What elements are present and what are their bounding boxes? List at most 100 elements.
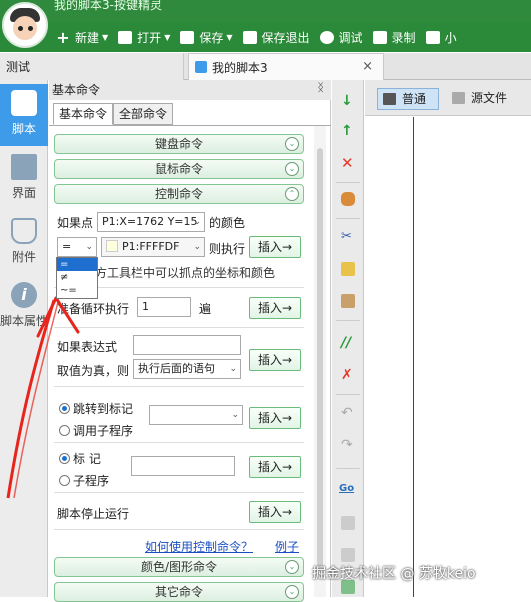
section-other[interactable]: 其它命令 ⌄ [54,582,304,602]
tab-label: 普通 [402,92,427,106]
section-control[interactable]: 控制命令 ⌃ [54,184,304,204]
goto-icon[interactable]: Go [339,482,357,496]
move-down-icon[interactable]: ↓ [341,94,355,108]
tab-source-view[interactable]: 源文件 [447,88,517,110]
panel-title: 基本命令 [49,80,331,100]
insert-loop-button[interactable]: 插入→ [249,297,301,319]
save-exit-icon [242,30,257,44]
insert-if-expr-button[interactable]: 插入→ [249,349,301,371]
color-select[interactable]: P1:FFFFDF ⌄ [101,237,205,257]
tab-my-script-3[interactable]: 我的脚本3 × [188,53,384,80]
insert-if-color-button[interactable]: 插入→ [249,236,301,258]
record-button[interactable]: 录制 [372,29,416,46]
find-icon[interactable] [341,516,355,530]
script-editor: 普通 源文件 [365,80,531,597]
panel-scrollbar[interactable] [314,126,326,597]
scrollbar-thumb[interactable] [317,148,323,568]
tab-label: 源文件 [471,91,508,105]
save-label: 保存 [199,30,224,45]
tools-icon [425,30,440,44]
chevron-down-icon[interactable]: ▼ [164,33,170,42]
layout-icon [11,154,37,180]
new-button[interactable]: + 新建 ▼ [56,29,108,46]
avatar-face [13,16,37,40]
save-button[interactable]: 保存 ▼ [180,29,233,46]
move-up-icon[interactable]: ↑ [341,124,355,138]
script-file-icon [195,61,207,73]
save-exit-button[interactable]: 保存退出 [242,29,310,46]
example-link[interactable]: 例子 [275,538,299,555]
insert-jump-button[interactable]: 插入→ [249,407,301,429]
chevron-down-icon[interactable]: ▼ [102,33,108,42]
uncomment-icon[interactable]: ✗ [341,368,355,382]
nav-script[interactable]: 脚本 [0,84,48,146]
panel-title-text: 基本命令 [52,83,101,97]
option-equals[interactable]: = [57,258,97,271]
open-button[interactable]: 打开 ▼ [118,29,170,46]
point-select-value: P1:X=1762 Y=15 [102,215,198,228]
tab-test[interactable]: 测试 [0,53,184,80]
section-color-graphics[interactable]: 颜色/图形命令 ⌄ [54,557,304,577]
debug-button[interactable]: 调试 [319,29,363,46]
tab-normal-view[interactable]: 普通 [377,88,439,110]
hand-icon[interactable] [341,192,355,206]
open-label: 打开 [137,30,162,45]
chevron-down-icon: ⌄ [193,242,201,252]
tools-button[interactable]: 小 [425,29,457,46]
chevron-down-icon: ⌄ [231,410,239,420]
insert-mark-button[interactable]: 插入→ [249,456,301,478]
section-label: 鼠标命令 [154,162,203,176]
camera-icon [372,30,387,44]
play-icon [319,30,334,44]
pin-icon[interactable]: ᛝ [317,81,324,94]
main-toolbar: + 新建 ▼ 打开 ▼ 保存 ▼ 保存退出 调试 录制 小 [0,22,531,52]
undo-icon[interactable]: ↶ [341,406,355,420]
insert-stop-button[interactable]: 插入→ [249,501,301,523]
tab-basic-commands[interactable]: 基本命令 [53,103,114,125]
nav-label: 脚本 [11,122,36,136]
delete-icon[interactable]: ✕ [341,156,355,171]
avatar-eye [18,26,23,31]
comment-icon[interactable]: // [341,336,355,350]
copy-icon[interactable] [341,262,355,276]
divider [336,468,360,469]
chevron-down-icon: ⌄ [193,217,201,227]
editor-mode-bar: 普通 源文件 [365,80,531,116]
close-tab-icon[interactable]: × [362,59,373,74]
divider [336,218,360,219]
nav-interface[interactable]: 界面 [0,148,48,210]
debug-label: 调试 [338,30,363,45]
normal-view-icon [383,93,396,105]
loop-count-input[interactable]: 1 [137,297,191,317]
chevron-down-icon[interactable]: ▼ [226,33,232,42]
find-next-icon[interactable] [341,548,355,562]
tools-label: 小 [444,30,457,45]
tab-all-commands[interactable]: 全部命令 [113,103,174,125]
editor-side-toolbar: ↓ ↑ ✕ ✂ // ✗ ↶ ↷ Go [332,80,364,597]
line-gutter [365,117,414,597]
redo-icon[interactable]: ↷ [341,438,355,452]
point-select[interactable]: P1:X=1762 Y=15 ⌄ [97,212,205,232]
avatar[interactable] [2,2,48,48]
help-link[interactable]: 如何使用控制命令？ [145,538,253,555]
chevron-down-icon: ⌄ [285,162,299,176]
option-not-equals[interactable]: ≠ [57,271,97,284]
section-keyboard[interactable]: 键盘命令 ⌄ [54,134,304,154]
option-approx-equals[interactable]: ~= [57,284,97,297]
operator-dropdown-list: = ≠ ~= [56,257,98,299]
tab-label: 我的脚本3 [212,60,268,75]
divider [54,529,304,530]
title-bar: 我的脚本3-按键精灵 [0,0,531,22]
record-label: 录制 [391,30,416,45]
jump-target-select[interactable]: ⌄ [149,405,243,425]
annotation-arrow-shaft-2 [13,301,59,499]
section-mouse[interactable]: 鼠标命令 ⌄ [54,159,304,179]
if-point-label: 如果点 [57,216,94,230]
paste-icon[interactable] [341,294,355,308]
cut-icon[interactable]: ✂ [341,230,355,244]
action-select-value: 执行后面的语句 [138,362,215,375]
hint-text: 方工具栏中可以抓点的坐标和颜色 [95,266,276,280]
action-select[interactable]: 执行后面的语句 ⌄ [133,359,241,379]
mark-name-input[interactable] [131,456,235,476]
expression-input[interactable] [133,335,241,355]
